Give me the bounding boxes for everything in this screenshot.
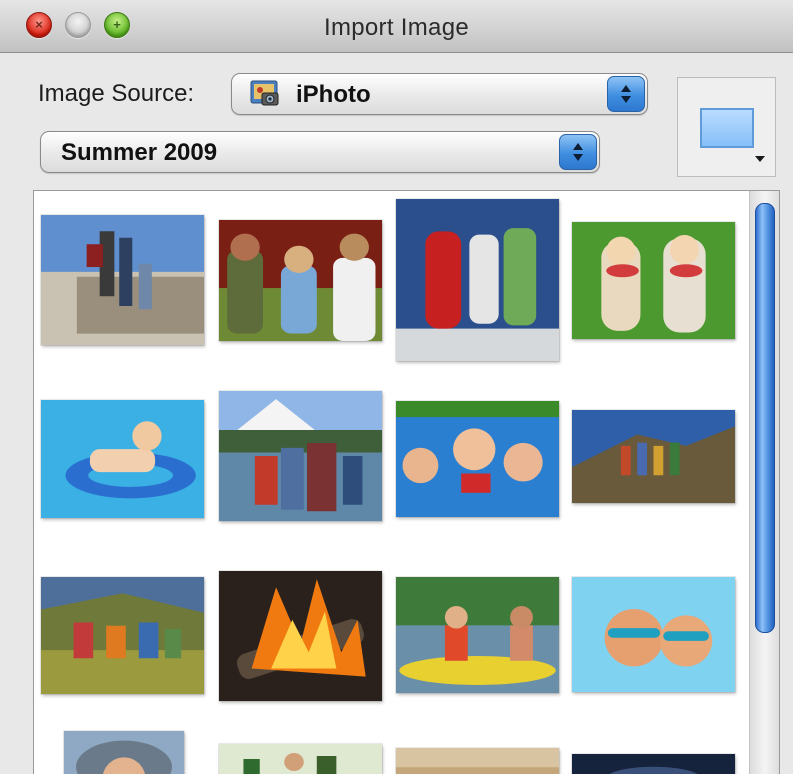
image-source-value: iPhoto — [296, 81, 371, 108]
photo-thumbnail[interactable] — [572, 222, 735, 339]
image-source-label: Image Source: — [38, 80, 195, 107]
album-popup[interactable]: Summer 2009 — [40, 131, 600, 173]
photo-thumbnail[interactable] — [572, 577, 735, 692]
photo-thumbnail[interactable] — [219, 744, 382, 774]
view-options-icon — [700, 108, 754, 148]
photo-thumbnail[interactable] — [64, 731, 184, 774]
photo-thumbnail[interactable] — [396, 748, 559, 774]
scroll-thumb[interactable] — [755, 203, 775, 633]
photo-thumbnail[interactable] — [41, 215, 204, 345]
vertical-scrollbar[interactable] — [749, 191, 779, 774]
popup-arrows-icon — [607, 76, 645, 112]
iphoto-icon — [250, 80, 279, 106]
view-options-button[interactable] — [677, 77, 776, 177]
window-title: Import Image — [324, 14, 469, 41]
dropdown-caret-icon — [755, 156, 765, 162]
import-image-window: × + Import Image Image Source: iPhoto Su… — [0, 0, 793, 774]
photo-thumbnail[interactable] — [41, 400, 204, 518]
photo-thumbnail[interactable] — [219, 220, 382, 341]
photo-thumbnail[interactable] — [396, 577, 559, 693]
image-source-popup[interactable]: iPhoto — [231, 73, 648, 115]
photo-thumbnail[interactable] — [572, 754, 735, 774]
photo-thumbnail[interactable] — [219, 391, 382, 521]
photo-thumbnail[interactable] — [219, 571, 382, 701]
photo-thumbnail[interactable] — [572, 410, 735, 503]
photo-browser[interactable] — [33, 190, 780, 774]
photo-thumbnail[interactable] — [41, 577, 204, 694]
title-bar[interactable]: × + Import Image — [0, 0, 793, 53]
popup-arrows-icon — [559, 134, 597, 170]
photo-thumbnail[interactable] — [396, 401, 559, 517]
photo-thumbnail[interactable] — [396, 199, 559, 361]
album-value: Summer 2009 — [61, 139, 218, 166]
photo-grid — [34, 191, 748, 774]
